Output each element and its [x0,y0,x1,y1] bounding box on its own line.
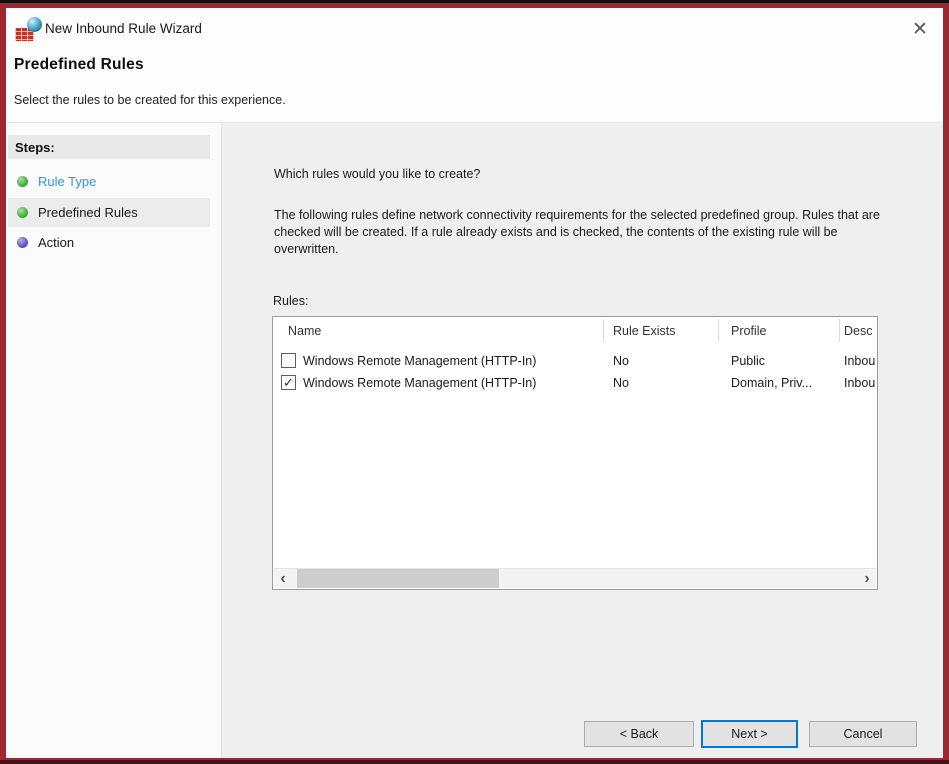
horizontal-scrollbar[interactable]: ‹ › [274,568,876,588]
globe-icon [27,17,42,32]
table-row[interactable]: ✓ Windows Remote Management (HTTP-In) No… [273,350,877,372]
table-header: Name Rule Exists Profile Desc [273,317,877,344]
horizontal-scrollbar-thumb[interactable] [297,569,499,588]
cell-rule-exists: No [613,350,629,372]
sidebar-item-predefined-rules[interactable]: Predefined Rules [8,198,210,227]
sidebar-item-rule-type[interactable]: Rule Type [8,167,210,196]
column-header-profile[interactable]: Profile [731,317,766,344]
column-divider [718,319,719,342]
scroll-right-icon[interactable]: › [858,569,876,588]
rules-table: Name Rule Exists Profile Desc ✓ Windows … [272,316,878,590]
cell-profile: Domain, Priv... [731,372,812,394]
question-text: Which rules would you like to create? [274,167,480,181]
cell-rule-name: Windows Remote Management (HTTP-In) [303,372,536,394]
column-header-name[interactable]: Name [288,317,321,344]
step-done-bullet-icon [17,176,28,187]
description-text: The following rules define network conne… [274,207,888,258]
screenshot-frame: New Inbound Rule Wizard ✕ Predefined Rul… [0,0,949,764]
steps-heading: Steps: [8,135,210,159]
window-title: New Inbound Rule Wizard [45,21,202,36]
back-button[interactable]: < Back [584,721,694,747]
wizard-body: Steps: Rule Type Predefined Rules Action… [6,122,943,758]
scroll-left-icon[interactable]: ‹ [274,569,292,588]
column-divider [603,319,604,342]
step-upcoming-bullet-icon [17,237,28,248]
page-title: Predefined Rules [14,56,144,74]
rule-checkbox[interactable]: ✓ [281,375,296,390]
cell-description: Inbou [844,350,878,372]
steps-sidebar: Steps: Rule Type Predefined Rules Action [6,123,222,758]
next-button[interactable]: Next > [701,720,798,748]
page-subtitle: Select the rules to be created for this … [14,93,286,107]
table-row[interactable]: ✓ Windows Remote Management (HTTP-In) No… [273,372,877,394]
sidebar-item-label: Rule Type [38,174,96,189]
sidebar-item-action[interactable]: Action [8,228,210,257]
cell-rule-exists: No [613,372,629,394]
step-done-bullet-icon [17,207,28,218]
sidebar-item-label: Action [38,235,74,250]
rules-list-label: Rules: [273,294,308,308]
close-icon[interactable]: ✕ [907,16,933,42]
cell-rule-name: Windows Remote Management (HTTP-In) [303,350,536,372]
cell-description: Inbou [844,372,878,394]
wizard-window: New Inbound Rule Wizard ✕ Predefined Rul… [6,8,943,758]
firewall-icon [15,17,42,42]
wizard-content: Which rules would you like to create? Th… [223,123,943,758]
column-header-description[interactable]: Desc [844,317,872,344]
cancel-button[interactable]: Cancel [809,721,917,747]
cell-profile: Public [731,350,765,372]
rule-checkbox[interactable]: ✓ [281,353,296,368]
column-header-rule-exists[interactable]: Rule Exists [613,317,676,344]
column-divider [839,319,840,342]
sidebar-item-label: Predefined Rules [38,205,138,220]
checkmark-icon: ✓ [283,376,294,389]
